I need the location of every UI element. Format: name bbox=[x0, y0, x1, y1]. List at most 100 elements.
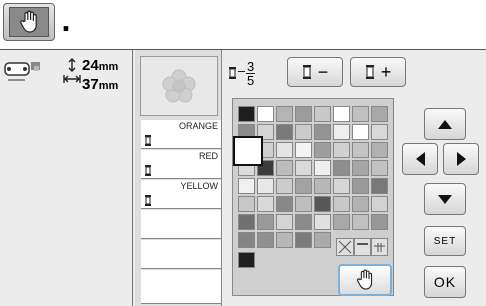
palette-cell[interactable] bbox=[371, 196, 388, 212]
spool-icon bbox=[144, 132, 152, 151]
palette-cell[interactable] bbox=[295, 142, 312, 158]
spool-icon bbox=[228, 65, 237, 84]
up-arrow-button[interactable] bbox=[424, 108, 466, 140]
palette-cell[interactable] bbox=[276, 160, 293, 176]
plus-label: + bbox=[380, 61, 392, 82]
palette-cell[interactable] bbox=[314, 160, 331, 176]
palette-cell[interactable] bbox=[371, 160, 388, 176]
palette-cell[interactable] bbox=[238, 196, 255, 212]
hand-tool-button[interactable] bbox=[338, 264, 392, 296]
thread-label: ORANGE bbox=[178, 121, 218, 131]
palette-cell[interactable] bbox=[333, 160, 350, 176]
set-label: SET bbox=[433, 235, 457, 247]
thread-item-3[interactable]: YELLOW bbox=[141, 180, 221, 209]
palette-cell[interactable] bbox=[314, 178, 331, 194]
size-arrows-icon bbox=[63, 57, 81, 93]
palette-cell[interactable] bbox=[257, 232, 274, 248]
counter-denominator: 5 bbox=[247, 73, 255, 88]
dash bbox=[238, 71, 245, 72]
palette-cell[interactable] bbox=[314, 142, 331, 158]
ok-button[interactable]: OK bbox=[424, 266, 466, 298]
palette-cell[interactable] bbox=[371, 106, 388, 122]
spool-icon bbox=[144, 192, 152, 211]
embroidery-preview bbox=[140, 56, 218, 116]
up-arrow-icon bbox=[438, 119, 452, 129]
palette-cell[interactable] bbox=[333, 142, 350, 158]
period-text: . bbox=[61, 8, 71, 38]
height-unit: mm bbox=[98, 61, 119, 73]
width-value: 37 bbox=[82, 76, 99, 93]
palette-cell[interactable] bbox=[352, 214, 369, 230]
hand-button[interactable] bbox=[3, 3, 55, 41]
palette-cell[interactable] bbox=[276, 196, 293, 212]
palette-cell[interactable] bbox=[371, 142, 388, 158]
palette-cell[interactable] bbox=[238, 252, 255, 268]
palette-cell[interactable] bbox=[238, 214, 255, 230]
down-arrow-button[interactable] bbox=[424, 183, 466, 215]
frame-icon bbox=[3, 58, 47, 88]
palette-cell[interactable] bbox=[333, 124, 350, 140]
palette-cell[interactable] bbox=[257, 178, 274, 194]
palette-cell[interactable] bbox=[276, 214, 293, 230]
palette-cell[interactable] bbox=[352, 196, 369, 212]
next-color-button[interactable]: + bbox=[350, 57, 406, 87]
palette-cell[interactable] bbox=[352, 178, 369, 194]
palette-cell[interactable] bbox=[276, 232, 293, 248]
spool-icon bbox=[302, 65, 311, 79]
thread-label: YELLOW bbox=[180, 181, 218, 191]
palette-cell[interactable] bbox=[314, 196, 331, 212]
left-arrow-icon bbox=[415, 152, 425, 166]
palette-cell[interactable] bbox=[333, 106, 350, 122]
palette-cell[interactable] bbox=[333, 178, 350, 194]
palette-cell[interactable] bbox=[314, 124, 331, 140]
palette-cell[interactable] bbox=[352, 142, 369, 158]
minus-label: − bbox=[317, 61, 329, 82]
palette-cell[interactable] bbox=[257, 106, 274, 122]
special-cells bbox=[336, 238, 388, 256]
down-arrow-icon bbox=[438, 194, 452, 204]
palette-cell[interactable] bbox=[314, 214, 331, 230]
palette-cell[interactable] bbox=[295, 160, 312, 176]
palette-cell[interactable] bbox=[257, 196, 274, 212]
right-arrow-button[interactable] bbox=[443, 143, 479, 175]
palette-cell[interactable] bbox=[238, 232, 255, 248]
palette-cell[interactable] bbox=[314, 232, 331, 248]
palette-cell[interactable] bbox=[314, 106, 331, 122]
palette-cell[interactable] bbox=[295, 178, 312, 194]
palette-cell[interactable] bbox=[295, 106, 312, 122]
palette-cell[interactable] bbox=[276, 124, 293, 140]
ok-label: OK bbox=[433, 274, 457, 290]
palette-cell[interactable] bbox=[295, 196, 312, 212]
left-arrow-button[interactable] bbox=[402, 143, 438, 175]
palette-cell[interactable] bbox=[238, 178, 255, 194]
palette-cell[interactable] bbox=[276, 106, 293, 122]
thread-item-1[interactable]: ORANGE bbox=[141, 120, 221, 149]
palette-cell[interactable] bbox=[371, 214, 388, 230]
palette-cell[interactable] bbox=[333, 196, 350, 212]
palette-cell[interactable] bbox=[352, 160, 369, 176]
palette-cell[interactable] bbox=[295, 124, 312, 140]
width-unit: mm bbox=[98, 80, 119, 92]
palette-cell[interactable] bbox=[295, 214, 312, 230]
thread-item-empty bbox=[141, 210, 221, 239]
selected-color-cursor bbox=[233, 136, 263, 166]
palette-cell[interactable] bbox=[257, 214, 274, 230]
palette-cell[interactable] bbox=[371, 178, 388, 194]
counter-numerator: 3 bbox=[246, 59, 256, 74]
palette-cell[interactable] bbox=[276, 178, 293, 194]
thread-item-empty bbox=[141, 240, 221, 269]
palette-cell[interactable] bbox=[276, 142, 293, 158]
palette-cell[interactable] bbox=[352, 124, 369, 140]
palette-cell[interactable] bbox=[238, 106, 255, 122]
set-button[interactable]: SET bbox=[424, 226, 466, 256]
palette-cell[interactable] bbox=[295, 232, 312, 248]
hand-icon bbox=[357, 269, 373, 290]
palette-cell[interactable] bbox=[352, 106, 369, 122]
previous-color-button[interactable]: − bbox=[287, 57, 343, 87]
thread-item-2[interactable]: RED bbox=[141, 150, 221, 179]
spool-icon bbox=[365, 65, 374, 79]
color-counter: 3 5 bbox=[246, 59, 256, 88]
palette-cell[interactable] bbox=[371, 124, 388, 140]
palette-cell[interactable] bbox=[333, 214, 350, 230]
height-value: 24 bbox=[82, 57, 99, 74]
